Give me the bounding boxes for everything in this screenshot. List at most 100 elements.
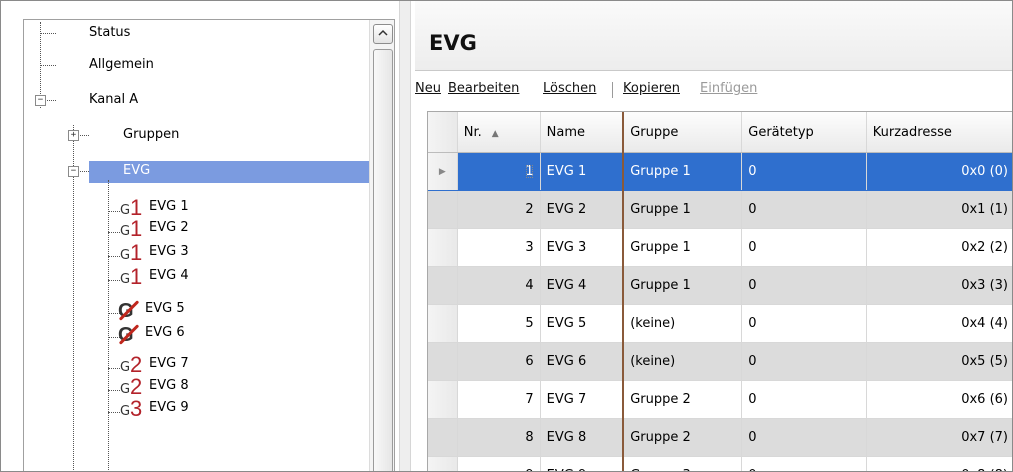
- cell-kurzadresse-text: 0x8 (8): [961, 468, 1008, 471]
- tree-item-label: EVG 1: [149, 199, 189, 214]
- collapse-icon[interactable]: −: [35, 95, 46, 106]
- cell-geraetetyp[interactable]: 0: [741, 190, 867, 229]
- table-row[interactable]: 9 EVG 9 Gruppe 3 0 0x8 (8): [428, 456, 1012, 471]
- cell-gruppe[interactable]: Gruppe 1: [622, 152, 743, 191]
- cell-name[interactable]: EVG 5: [540, 304, 624, 343]
- cell-name[interactable]: EVG 4: [540, 266, 624, 305]
- scroll-thumb[interactable]: [373, 49, 393, 471]
- collapse-icon[interactable]: −: [68, 166, 79, 177]
- cell-gruppe[interactable]: (keine): [622, 304, 743, 343]
- cell-nr[interactable]: 1: [457, 152, 541, 191]
- tree-item-label: Status: [89, 25, 131, 40]
- table-row[interactable]: 7 EVG 7 Gruppe 2 0 0x6 (6): [428, 380, 1012, 419]
- cell-geraetetyp[interactable]: 0: [741, 304, 867, 343]
- row-indicator[interactable]: [428, 304, 458, 343]
- cell-nr[interactable]: 2: [457, 190, 541, 229]
- cell-nr[interactable]: 5: [457, 304, 541, 343]
- cell-name[interactable]: EVG 8: [540, 418, 624, 457]
- column-header-geraetetyp[interactable]: Gerätetyp: [741, 112, 867, 153]
- cell-kurzadresse[interactable]: 0x5 (5): [866, 342, 1012, 381]
- delete-button-label: Löschen: [543, 81, 597, 96]
- cell-name[interactable]: EVG 2: [540, 190, 624, 229]
- cell-gruppe[interactable]: Gruppe 2: [622, 418, 743, 457]
- cell-nr[interactable]: 8: [457, 418, 541, 457]
- cell-name-text: EVG 4: [546, 278, 587, 293]
- tree-scrollbar[interactable]: [369, 20, 394, 471]
- row-indicator[interactable]: [428, 228, 458, 267]
- cell-kurzadresse[interactable]: 0x3 (3): [866, 266, 1012, 305]
- table-row[interactable]: ▶ 1 EVG 1 Gruppe 1 0 0x0 (0): [428, 152, 1012, 191]
- column-header-label: Gerätetyp: [748, 124, 814, 140]
- cell-kurzadresse[interactable]: 0x7 (7): [866, 418, 1012, 457]
- cell-gruppe[interactable]: (keine): [622, 342, 743, 381]
- cell-geraetetyp[interactable]: 0: [741, 228, 867, 267]
- cell-kurzadresse[interactable]: 0x6 (6): [866, 380, 1012, 419]
- cell-gruppe[interactable]: Gruppe 3: [622, 456, 743, 471]
- cell-name[interactable]: EVG 1: [540, 152, 624, 191]
- toolbar-separator: [612, 82, 613, 98]
- cell-name[interactable]: EVG 9: [540, 456, 624, 471]
- expand-icon[interactable]: +: [68, 130, 79, 141]
- cell-gruppe[interactable]: Gruppe 1: [622, 266, 743, 305]
- row-indicator[interactable]: [428, 418, 458, 457]
- table-row[interactable]: 4 EVG 4 Gruppe 1 0 0x3 (3): [428, 266, 1012, 305]
- tree-item-label: EVG 5: [145, 301, 185, 316]
- cell-nr[interactable]: 3: [457, 228, 541, 267]
- scroll-up-button[interactable]: [373, 24, 393, 44]
- copy-button[interactable]: Kopieren: [623, 76, 680, 102]
- table-row[interactable]: 8 EVG 8 Gruppe 2 0 0x7 (7): [428, 418, 1012, 457]
- table-row[interactable]: 2 EVG 2 Gruppe 1 0 0x1 (1): [428, 190, 1012, 229]
- new-button[interactable]: Neu: [415, 76, 441, 102]
- group-number: 1: [130, 264, 143, 289]
- table-row[interactable]: 3 EVG 3 Gruppe 1 0 0x2 (2): [428, 228, 1012, 267]
- cell-geraetetyp[interactable]: 0: [741, 380, 867, 419]
- cell-gruppe-text: (keine): [630, 354, 676, 369]
- cell-kurzadresse[interactable]: 0x2 (2): [866, 228, 1012, 267]
- cell-nr[interactable]: 6: [457, 342, 541, 381]
- table-row[interactable]: 5 EVG 5 (keine) 0 0x4 (4): [428, 304, 1012, 343]
- g-letter: G: [120, 272, 131, 287]
- cell-gruppe[interactable]: Gruppe 2: [622, 380, 743, 419]
- tree-connector-line: [108, 180, 109, 471]
- cell-name[interactable]: EVG 3: [540, 228, 624, 267]
- edit-button[interactable]: Bearbeiten: [448, 76, 519, 102]
- tree-item-label: EVG 6: [145, 325, 185, 340]
- tree-item-label: EVG 9: [149, 400, 189, 415]
- row-indicator[interactable]: [428, 456, 458, 471]
- cell-geraetetyp[interactable]: 0: [741, 152, 867, 191]
- table-row[interactable]: 6 EVG 6 (keine) 0 0x5 (5): [428, 342, 1012, 381]
- cell-geraetetyp[interactable]: 0: [741, 456, 867, 471]
- cell-geraetetyp[interactable]: 0: [741, 342, 867, 381]
- cell-gruppe[interactable]: Gruppe 1: [622, 190, 743, 229]
- group-number: 1: [130, 240, 143, 265]
- cell-kurzadresse[interactable]: 0x1 (1): [866, 190, 1012, 229]
- column-header-kurzadresse[interactable]: Kurzadresse: [866, 112, 1012, 153]
- column-header-gruppe[interactable]: Gruppe: [622, 112, 743, 153]
- tree-item-label: EVG 2: [149, 220, 189, 235]
- current-row-arrow-icon[interactable]: ▶: [428, 152, 458, 191]
- row-indicator[interactable]: [428, 342, 458, 381]
- delete-button[interactable]: Löschen: [543, 76, 596, 102]
- cell-kurzadresse[interactable]: 0x0 (0): [866, 152, 1012, 191]
- chevron-up-icon: [378, 29, 388, 36]
- pane-splitter[interactable]: [399, 1, 411, 471]
- g-letter: G: [120, 203, 131, 218]
- cell-name[interactable]: EVG 7: [540, 380, 624, 419]
- cell-geraetetyp[interactable]: 0: [741, 418, 867, 457]
- paste-button-label: Einfügen: [700, 81, 758, 96]
- cell-geraetetyp[interactable]: 0: [741, 266, 867, 305]
- row-indicator[interactable]: [428, 266, 458, 305]
- paste-button[interactable]: Einfügen: [700, 76, 757, 102]
- cell-geraetetyp-text: 0: [748, 430, 757, 445]
- cell-nr[interactable]: 4: [457, 266, 541, 305]
- column-header-name[interactable]: Name: [540, 112, 624, 153]
- row-indicator[interactable]: [428, 380, 458, 419]
- row-indicator[interactable]: [428, 190, 458, 229]
- cell-kurzadresse[interactable]: 0x4 (4): [866, 304, 1012, 343]
- cell-gruppe[interactable]: Gruppe 1: [622, 228, 743, 267]
- cell-nr[interactable]: 9: [457, 456, 541, 471]
- cell-name[interactable]: EVG 6: [540, 342, 624, 381]
- cell-kurzadresse[interactable]: 0x8 (8): [866, 456, 1012, 471]
- cell-nr[interactable]: 7: [457, 380, 541, 419]
- column-header-nr[interactable]: Nr. ▲: [457, 112, 541, 153]
